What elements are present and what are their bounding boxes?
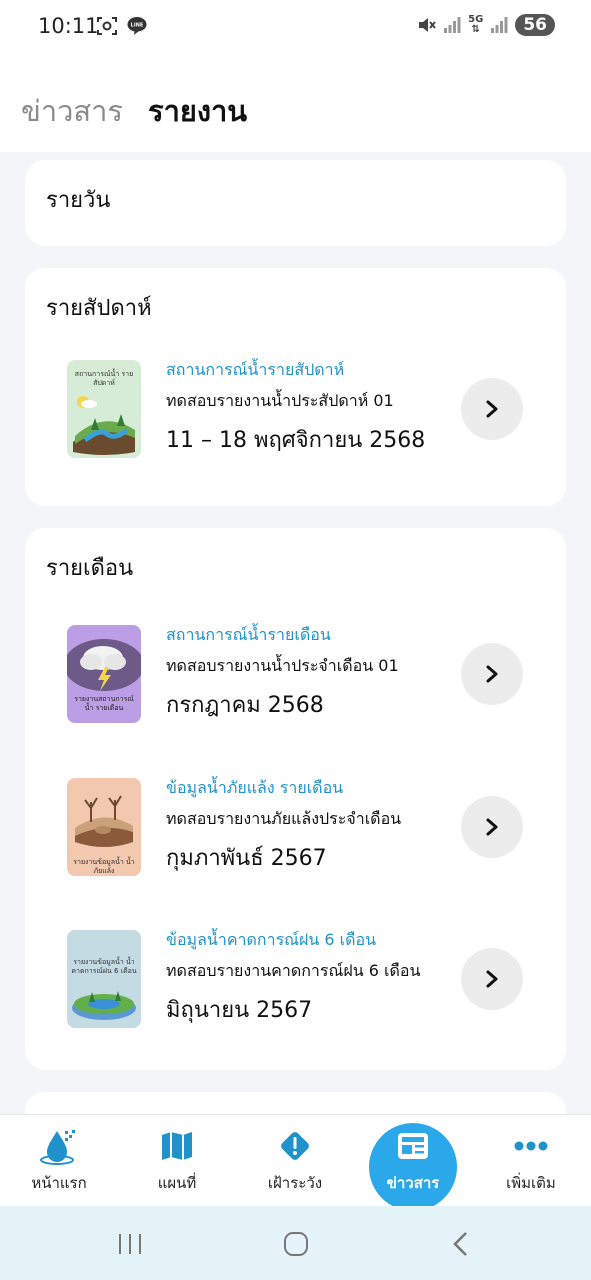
open-report-button[interactable]: [461, 643, 523, 705]
news-icon: [398, 1133, 428, 1159]
nav-item-watch[interactable]: เฝ้าระวัง: [236, 1115, 354, 1207]
nav-item-more[interactable]: เพิ่มเติม: [472, 1115, 590, 1207]
nav-item-news[interactable]: ข่าวสาร: [354, 1115, 472, 1207]
report-date: กรกฎาคม 2568: [166, 693, 324, 718]
home-button[interactable]: [276, 1226, 316, 1262]
tab-news[interactable]: ข่าวสาร: [21, 88, 123, 134]
open-report-button[interactable]: [461, 378, 523, 440]
back-icon: [453, 1232, 467, 1256]
section-title: รายสัปดาห์: [46, 296, 152, 321]
nav-label: เพิ่มเติม: [506, 1174, 556, 1192]
status-bar: 10:11 LINE 5G ⇅ 56: [0, 0, 591, 56]
section-monthly: รายเดือน รายงานสถานการณ์น้ำ รายเดือน สถา…: [25, 528, 566, 1070]
chevron-right-icon: [486, 665, 498, 683]
nav-label: แผนที่: [157, 1174, 197, 1192]
network-type: 5G ⇅: [468, 14, 484, 35]
section-daily: รายวัน: [25, 160, 566, 246]
line-app-icon: LINE: [127, 17, 147, 35]
recent-apps-button[interactable]: [110, 1226, 150, 1262]
section-title: รายเดือน: [46, 556, 134, 581]
report-thumbnail: รายงานข้อมูลน้ำ น้ำภัยแล้ง: [67, 778, 141, 876]
report-thumbnail: รายงานสถานการณ์น้ำ รายเดือน: [67, 625, 141, 723]
report-category: ข้อมูลน้ำคาดการณ์ฝน 6 เดือน: [166, 930, 377, 949]
report-thumbnail: สถานการณ์น้ำ รายสัปดาห์: [67, 360, 141, 458]
nav-label: เฝ้าระวัง: [267, 1174, 323, 1192]
report-category: ข้อมูลน้ำภัยแล้ง รายเดือน: [166, 778, 344, 797]
water-drop-icon: [40, 1130, 75, 1165]
report-category: สถานการณ์น้ำรายเดือน: [166, 625, 331, 644]
chevron-right-icon: [486, 818, 498, 836]
report-title: ทดสอบรายงานน้ำประสัปดาห์ 01: [166, 391, 394, 410]
tab-report[interactable]: รายงาน: [148, 88, 247, 134]
report-category: สถานการณ์น้ำรายสัปดาห์: [166, 360, 345, 379]
nav-label: หน้าแรก: [31, 1174, 87, 1192]
open-report-button[interactable]: [461, 796, 523, 858]
battery-level: 56: [515, 14, 555, 36]
status-right-icons: 5G ⇅ 56: [416, 14, 555, 36]
open-report-button[interactable]: [461, 948, 523, 1010]
nav-item-map[interactable]: แผนที่: [118, 1115, 236, 1207]
section-partial: [25, 1092, 566, 1114]
nav-item-home[interactable]: หน้าแรก: [0, 1115, 118, 1207]
more-icon: [514, 1141, 548, 1151]
bottom-nav: หน้าแรก แผนที่ เฝ้าระวัง ข่าวสาร เพิ่มเต…: [0, 1114, 591, 1211]
screenshot-icon: [97, 17, 117, 35]
signal-icon: [491, 17, 508, 33]
nav-label: ข่าวสาร: [386, 1174, 440, 1192]
map-icon: [162, 1132, 192, 1160]
header: ข่าวสาร รายงาน: [0, 56, 591, 152]
report-date: กุมภาพันธ์ 2567: [166, 846, 327, 871]
report-item[interactable]: รายงานข้อมูลน้ำ น้ำภัยแล้ง ข้อมูลน้ำภัยแ…: [67, 778, 527, 878]
system-nav-bar: [0, 1206, 591, 1280]
home-icon: [284, 1232, 308, 1256]
mute-icon: [419, 18, 436, 32]
report-thumbnail: รายงานข้อมูลน้ำ น้ำคาดการณ์ฝน 6 เดือน: [67, 930, 141, 1028]
svg-text:LINE: LINE: [131, 23, 144, 29]
report-title: ทดสอบรายงานน้ำประจำเดือน 01: [166, 656, 399, 675]
section-title: รายวัน: [46, 188, 111, 213]
report-item[interactable]: รายงานข้อมูลน้ำ น้ำคาดการณ์ฝน 6 เดือน ข้…: [67, 930, 527, 1030]
status-time: 10:11: [38, 14, 99, 38]
report-date: 11 – 18 พฤศจิกายน 2568: [166, 428, 426, 453]
back-button[interactable]: [441, 1226, 481, 1262]
report-item[interactable]: สถานการณ์น้ำ รายสัปดาห์ สถานการณ์น้ำรายส…: [67, 360, 527, 460]
signal-icon: [444, 17, 461, 33]
chevron-right-icon: [486, 970, 498, 988]
recent-apps-icon: [119, 1234, 141, 1254]
report-title: ทดสอบรายงานภัยแล้งประจำเดือน: [166, 809, 402, 828]
report-title: ทดสอบรายงานคาดการณ์ฝน 6 เดือน: [166, 961, 421, 980]
report-date: มิถุนายน 2567: [166, 998, 313, 1023]
section-weekly: รายสัปดาห์ สถานการณ์น้ำ รายสัปดาห์ สถานก…: [25, 268, 566, 506]
report-list[interactable]: รายวัน รายสัปดาห์ สถานการณ์น้ำ รายสัปดาห…: [0, 152, 591, 1114]
status-left-icons: LINE: [96, 15, 148, 37]
report-item[interactable]: รายงานสถานการณ์น้ำ รายเดือน สถานการณ์น้ำ…: [67, 625, 527, 725]
chevron-right-icon: [486, 400, 498, 418]
warning-icon: [281, 1132, 309, 1160]
